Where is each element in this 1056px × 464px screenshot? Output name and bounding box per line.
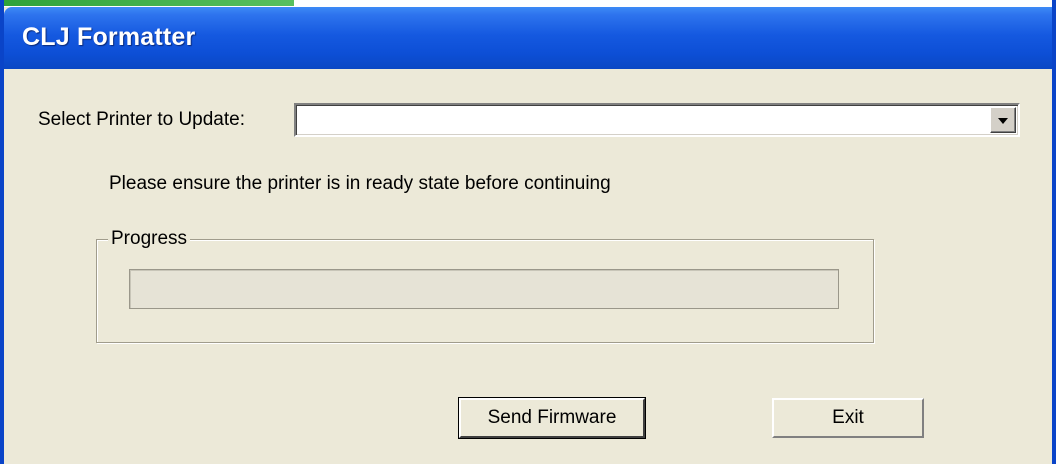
printer-select-dropdown[interactable] [294, 103, 1020, 137]
title-bar[interactable]: CLJ Formatter [4, 7, 1052, 69]
chevron-down-icon [998, 118, 1008, 124]
progress-group-label: Progress [108, 228, 191, 250]
exit-button[interactable]: Exit [772, 398, 924, 438]
send-firmware-button[interactable]: Send Firmware [458, 397, 646, 439]
ready-state-instruction: Please ensure the printer is in ready st… [109, 173, 611, 194]
dialog-client-area: Select Printer to Update: Please ensure … [8, 69, 1052, 464]
progress-bar [129, 269, 839, 309]
window-title: CLJ Formatter [22, 23, 196, 51]
caption-sliver [4, 0, 1052, 7]
dropdown-button[interactable] [990, 107, 1016, 133]
printer-select-label: Select Printer to Update: [38, 109, 245, 130]
caption-accent [4, 0, 294, 6]
dialog-window: CLJ Formatter Select Printer to Update: … [0, 0, 1056, 464]
